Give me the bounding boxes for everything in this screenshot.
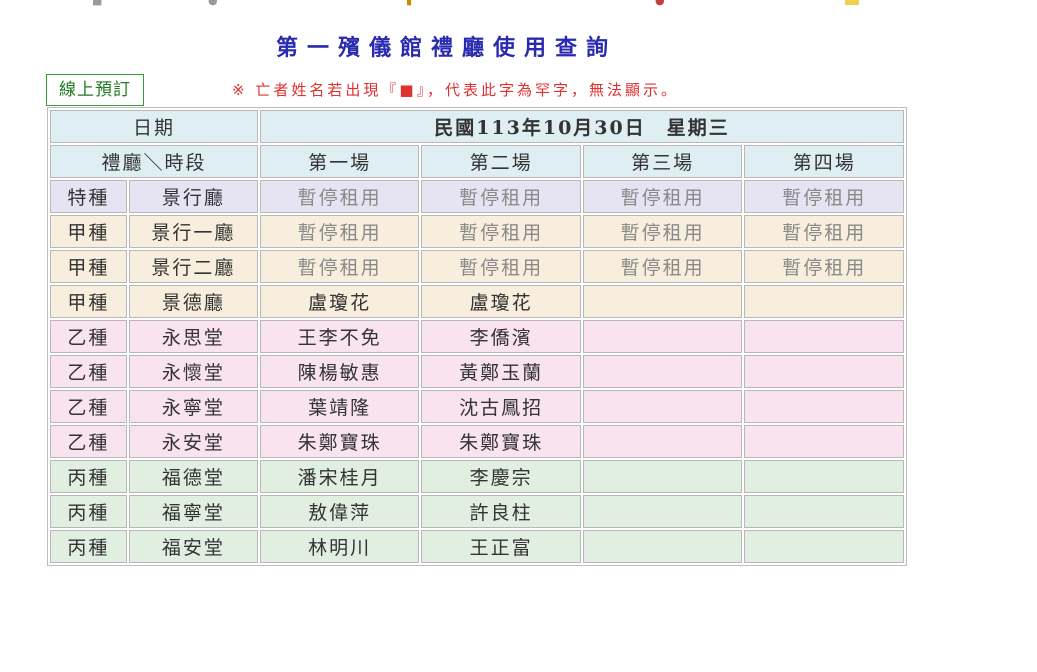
hall-name: 福安堂 [128, 530, 258, 563]
hall-grade: 甲種 [50, 215, 127, 248]
session-cell [744, 320, 904, 353]
session-cell [582, 390, 743, 423]
hall-name: 永思堂 [128, 320, 258, 353]
session-cell: 暫停租用 [582, 215, 743, 248]
session-cell: 沈古鳳招 [421, 390, 581, 423]
table-row: 甲種 景行二廳 暫停租用 暫停租用 暫停租用 暫停租用 [50, 250, 904, 283]
session-cell: 潘宋桂月 [259, 460, 420, 493]
session-cell [744, 460, 904, 493]
session-cell: 盧瓊花 [421, 285, 581, 318]
hall-name: 景德廳 [128, 285, 258, 318]
session-cell: 暫停租用 [259, 215, 420, 248]
session-cell [744, 355, 904, 388]
session-cell: 暫停租用 [582, 180, 743, 213]
session-header: 第一場 [259, 145, 420, 178]
rare-character-notice: ※ 亡者姓名若出現『■』，代表此字為罕字，無法顯示。 [232, 81, 680, 99]
hall-grade: 甲種 [50, 250, 127, 283]
session-header: 第三場 [582, 145, 743, 178]
hall-grade: 乙種 [50, 425, 127, 458]
session-cell: 王正富 [421, 530, 581, 563]
session-cell [582, 285, 743, 318]
table-row: 乙種 永安堂 朱鄭寶珠 朱鄭寶珠 [50, 425, 904, 458]
hall-grade: 丙種 [50, 460, 127, 493]
table-row: 乙種 永懷堂 陳楊敏惠 黃鄭玉蘭 [50, 355, 904, 388]
hall-name: 景行二廳 [128, 250, 258, 283]
session-cell: 朱鄭寶珠 [259, 425, 420, 458]
date-row: 日期 民國113年10月30日 星期三 [50, 110, 904, 143]
hall-grade: 特種 [50, 180, 127, 213]
session-cell [744, 285, 904, 318]
session-cell [582, 495, 743, 528]
session-cell: 暫停租用 [744, 250, 904, 283]
session-header: 第四場 [744, 145, 904, 178]
hall-name: 福寧堂 [128, 495, 258, 528]
hall-name: 永安堂 [128, 425, 258, 458]
session-cell: 暫停租用 [259, 250, 420, 283]
hall-time-label: 禮廳＼時段 [50, 145, 258, 178]
session-cell [582, 355, 743, 388]
session-cell [582, 530, 743, 563]
session-cell: 葉靖隆 [259, 390, 420, 423]
session-cell [582, 425, 743, 458]
bookmark-icon[interactable] [845, 0, 859, 5]
online-booking-button[interactable]: 線上預訂 [46, 74, 144, 106]
date-label: 日期 [50, 110, 258, 143]
table-row: 特種 景行廳 暫停租用 暫停租用 暫停租用 暫停租用 [50, 180, 904, 213]
session-cell [744, 425, 904, 458]
page-title: 第一殯儀館禮廳使用查詢 [276, 35, 618, 61]
session-cell: 林明川 [259, 530, 420, 563]
session-cell [744, 390, 904, 423]
session-cell: 暫停租用 [259, 180, 420, 213]
hall-grade: 甲種 [50, 285, 127, 318]
table-row: 丙種 福德堂 潘宋桂月 李慶宗 [50, 460, 904, 493]
session-cell: 盧瓊花 [259, 285, 420, 318]
hall-name: 景行一廳 [128, 215, 258, 248]
session-cell: 陳楊敏惠 [259, 355, 420, 388]
table-row: 丙種 福安堂 林明川 王正富 [50, 530, 904, 563]
bookmark-icon[interactable]: ▮ [406, 0, 412, 6]
hall-grade: 丙種 [50, 530, 127, 563]
browser-bookmarks-strip: ■ ● ▮ ● [0, 0, 1037, 6]
session-cell: 李僑濱 [421, 320, 581, 353]
bookmark-icon[interactable]: ● [208, 0, 218, 6]
table-row: 乙種 永寧堂 葉靖隆 沈古鳳招 [50, 390, 904, 423]
session-cell: 黃鄭玉蘭 [421, 355, 581, 388]
session-cell: 李慶宗 [421, 460, 581, 493]
session-header-row: 禮廳＼時段 第一場 第二場 第三場 第四場 [50, 145, 904, 178]
hall-name: 景行廳 [128, 180, 258, 213]
session-cell: 暫停租用 [744, 215, 904, 248]
hall-name: 永寧堂 [128, 390, 258, 423]
session-cell: 朱鄭寶珠 [421, 425, 581, 458]
session-cell: 王李不免 [259, 320, 420, 353]
hall-grade: 乙種 [50, 355, 127, 388]
session-header: 第二場 [421, 145, 581, 178]
session-cell: 暫停租用 [421, 180, 581, 213]
hall-name: 永懷堂 [128, 355, 258, 388]
hall-grade: 乙種 [50, 390, 127, 423]
session-cell [582, 460, 743, 493]
session-cell: 暫停租用 [421, 215, 581, 248]
session-cell: 許良柱 [421, 495, 581, 528]
session-cell: 敖偉萍 [259, 495, 420, 528]
session-cell [744, 530, 904, 563]
hall-grade: 丙種 [50, 495, 127, 528]
session-cell [582, 320, 743, 353]
table-row: 丙種 福寧堂 敖偉萍 許良柱 [50, 495, 904, 528]
hall-grade: 乙種 [50, 320, 127, 353]
session-cell [744, 495, 904, 528]
session-cell: 暫停租用 [582, 250, 743, 283]
table-row: 乙種 永思堂 王李不免 李僑濱 [50, 320, 904, 353]
hall-schedule-table: 日期 民國113年10月30日 星期三 禮廳＼時段 第一場 第二場 第三場 第四… [47, 107, 907, 566]
date-value: 民國113年10月30日 星期三 [259, 110, 904, 143]
bookmark-icon[interactable]: ■ [92, 0, 102, 6]
session-cell: 暫停租用 [421, 250, 581, 283]
hall-name: 福德堂 [128, 460, 258, 493]
bookmark-icon[interactable]: ● [655, 0, 665, 6]
table-row: 甲種 景德廳 盧瓊花 盧瓊花 [50, 285, 904, 318]
table-row: 甲種 景行一廳 暫停租用 暫停租用 暫停租用 暫停租用 [50, 215, 904, 248]
session-cell: 暫停租用 [744, 180, 904, 213]
